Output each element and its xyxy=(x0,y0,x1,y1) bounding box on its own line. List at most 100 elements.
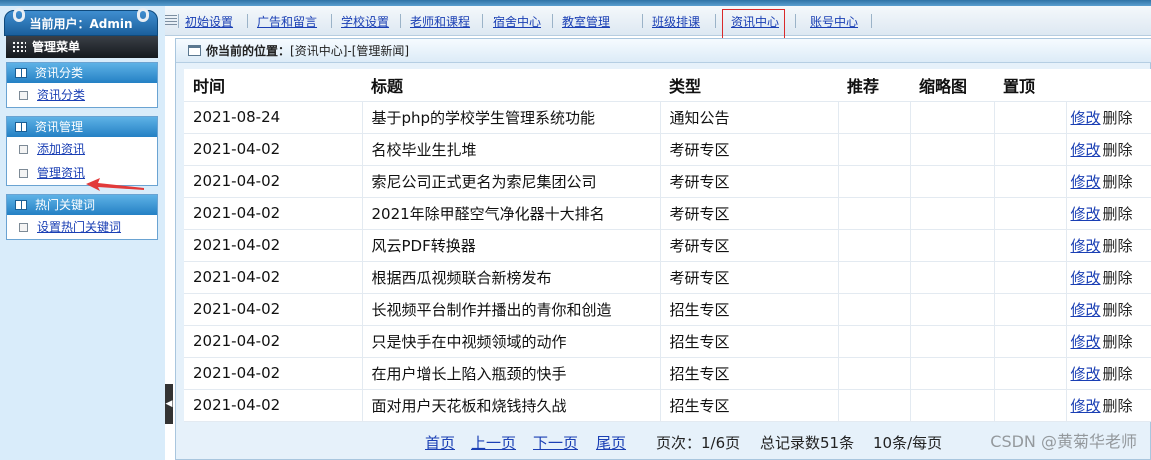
cell-actions: 修改 删除 xyxy=(1066,133,1151,166)
document-icon xyxy=(19,145,28,154)
location-prefix: 你当前的位置： xyxy=(206,44,291,58)
cell-type: 招生专区 xyxy=(660,293,839,326)
pager-last-link[interactable]: 尾页 xyxy=(596,431,626,455)
cell-actions: 修改 删除 xyxy=(1066,261,1151,294)
window-icon xyxy=(188,45,201,56)
menu-lines-icon xyxy=(165,15,177,26)
sidebar-item-add-news[interactable]: 添加资讯 xyxy=(7,137,157,161)
delete-link[interactable]: 删除 xyxy=(1103,333,1133,351)
sidebar-link-add-news[interactable]: 添加资讯 xyxy=(37,142,85,156)
grid-icon xyxy=(12,41,26,53)
edit-link[interactable]: 修改 xyxy=(1071,269,1101,287)
cell-date: 2021-04-02 xyxy=(184,389,363,422)
sidebar-group-title[interactable]: 资讯管理 xyxy=(7,117,157,137)
nav-item-teachers-and-courses[interactable]: 老师和课程 xyxy=(410,13,470,31)
sidebar-link-news-category[interactable]: 资讯分类 xyxy=(37,88,85,102)
cell-actions: 修改 删除 xyxy=(1066,165,1151,198)
cell-thumbnail xyxy=(910,261,995,294)
pager-page-info: 页次：1/6页 xyxy=(656,434,741,452)
location-bar: 你当前的位置：[资讯中心]-[管理新闻] xyxy=(176,39,1151,63)
nav-item-school-settings[interactable]: 学校设置 xyxy=(341,13,389,31)
cell-date: 2021-04-02 xyxy=(184,229,363,262)
cell-thumbnail xyxy=(910,357,995,390)
nav-separator xyxy=(482,14,483,28)
cell-recommend xyxy=(838,165,911,198)
edit-link[interactable]: 修改 xyxy=(1071,109,1101,127)
delete-link[interactable]: 删除 xyxy=(1103,109,1133,127)
edit-link[interactable]: 修改 xyxy=(1071,237,1101,255)
cell-actions: 修改 删除 xyxy=(1066,197,1151,230)
nav-item-initial-settings[interactable]: 初始设置 xyxy=(185,13,233,31)
book-icon xyxy=(15,122,27,132)
cell-pin xyxy=(994,101,1067,134)
nav-item-class-scheduling[interactable]: 班级排课 xyxy=(652,13,700,31)
cell-thumbnail xyxy=(910,229,995,262)
delete-link[interactable]: 删除 xyxy=(1103,141,1133,159)
pager-prev-link[interactable]: 上一页 xyxy=(471,431,516,455)
table-row: 2021-04-02 根据西瓜视频联合新榜发布 考研专区 修改 删除 xyxy=(184,261,1151,294)
cell-pin xyxy=(994,261,1067,294)
cell-title: 风云PDF转换器 xyxy=(362,229,661,262)
cell-thumbnail xyxy=(910,293,995,326)
table-row: 2021-04-02 风云PDF转换器 考研专区 修改 删除 xyxy=(184,229,1151,262)
edit-link[interactable]: 修改 xyxy=(1071,205,1101,223)
delete-link[interactable]: 删除 xyxy=(1103,237,1133,255)
delete-link[interactable]: 删除 xyxy=(1103,397,1133,415)
sidebar-group-title[interactable]: 热门关键词 xyxy=(7,195,157,215)
watermark: CSDN @黄菊华老师 xyxy=(990,432,1137,451)
delete-link[interactable]: 删除 xyxy=(1103,301,1133,319)
cell-pin xyxy=(994,133,1067,166)
pager-next-link[interactable]: 下一页 xyxy=(533,431,578,455)
top-navigation: 初始设置 广告和留言 学校设置 老师和课程 宿舍中心 教室管理 班级排课 资讯中… xyxy=(165,6,1151,42)
nav-item-dormitory-center[interactable]: 宿舍中心 xyxy=(493,13,541,31)
cell-type: 招生专区 xyxy=(660,389,839,422)
delete-link[interactable]: 删除 xyxy=(1103,173,1133,191)
edit-link[interactable]: 修改 xyxy=(1071,365,1101,383)
cell-title: 面对用户天花板和烧钱持久战 xyxy=(362,389,661,422)
collapse-handle[interactable]: ◀ xyxy=(165,384,173,424)
pager-first-link[interactable]: 首页 xyxy=(425,431,455,455)
column-header-title: 标题 xyxy=(362,69,660,102)
location-path: [资讯中心]-[管理新闻] xyxy=(290,44,410,58)
nav-item-account-center[interactable]: 账号中心 xyxy=(810,13,858,31)
cell-actions: 修改 删除 xyxy=(1066,357,1151,390)
cell-pin xyxy=(994,229,1067,262)
cell-thumbnail xyxy=(910,133,995,166)
sidebar-link-manage-news[interactable]: 管理资讯 xyxy=(37,166,85,180)
edit-link[interactable]: 修改 xyxy=(1071,397,1101,415)
cell-type: 考研专区 xyxy=(660,229,839,262)
menu-header: 管理菜单 xyxy=(6,36,158,58)
red-arrow-annotation xyxy=(86,178,144,191)
column-header-time: 时间 xyxy=(184,69,362,102)
ring-icon xyxy=(13,8,25,22)
sidebar-group-title[interactable]: 资讯分类 xyxy=(7,63,157,83)
cell-recommend xyxy=(838,389,911,422)
cell-recommend xyxy=(838,229,911,262)
delete-link[interactable]: 删除 xyxy=(1103,269,1133,287)
cell-date: 2021-04-02 xyxy=(184,325,363,358)
nav-item-ads-and-messages[interactable]: 广告和留言 xyxy=(257,13,317,31)
edit-link[interactable]: 修改 xyxy=(1071,173,1101,191)
table-row: 2021-04-02 名校毕业生扎堆 考研专区 修改 删除 xyxy=(184,133,1151,166)
delete-link[interactable]: 删除 xyxy=(1103,365,1133,383)
nav-item-classroom-management[interactable]: 教室管理 xyxy=(562,13,610,31)
sidebar-link-set-hot-keywords[interactable]: 设置热门关键词 xyxy=(37,220,121,234)
sidebar-item-set-hot-keywords[interactable]: 设置热门关键词 xyxy=(7,215,157,239)
cell-title: 根据西瓜视频联合新榜发布 xyxy=(362,261,661,294)
book-icon xyxy=(15,200,27,210)
edit-link[interactable]: 修改 xyxy=(1071,301,1101,319)
cell-title: 2021年除甲醛空气净化器十大排名 xyxy=(362,197,661,230)
cell-recommend xyxy=(838,357,911,390)
edit-link[interactable]: 修改 xyxy=(1071,333,1101,351)
edit-link[interactable]: 修改 xyxy=(1071,141,1101,159)
table-row: 2021-04-02 面对用户天花板和烧钱持久战 招生专区 修改 删除 xyxy=(184,389,1151,422)
sidebar-group-news-category: 资讯分类 资讯分类 xyxy=(6,62,158,108)
cell-type: 考研专区 xyxy=(660,133,839,166)
nav-separator xyxy=(871,14,872,28)
cell-actions: 修改 删除 xyxy=(1066,101,1151,134)
cell-date: 2021-04-02 xyxy=(184,293,363,326)
nav-separator xyxy=(552,14,553,28)
sidebar-item-news-category[interactable]: 资讯分类 xyxy=(7,83,157,107)
table-row: 2021-08-24 基于php的学校学生管理系统功能 通知公告 修改 删除 xyxy=(184,101,1151,134)
delete-link[interactable]: 删除 xyxy=(1103,205,1133,223)
